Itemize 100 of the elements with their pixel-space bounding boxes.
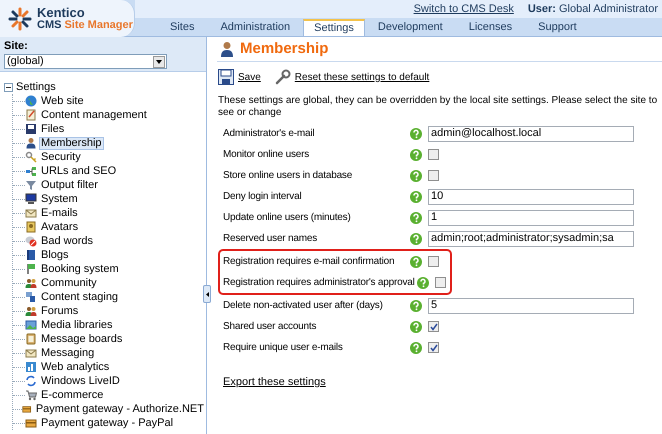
setting-label: Shared user accounts (223, 320, 318, 333)
funnel-icon (25, 179, 37, 191)
help-icon[interactable] (410, 190, 422, 202)
checkbox[interactable] (428, 321, 439, 332)
tab[interactable]: Support (525, 19, 590, 36)
setting-label: Update online users (minutes) (223, 211, 352, 224)
checkbox[interactable] (428, 256, 439, 267)
export-link[interactable]: Export these settings (223, 374, 326, 390)
tab[interactable]: Sites (157, 19, 208, 36)
image-icon (25, 319, 37, 331)
blocked-icon (25, 235, 37, 247)
arrows-icon (25, 375, 37, 387)
tab[interactable]: Development (364, 19, 456, 36)
tree-item[interactable]: E-commerce (39, 386, 106, 404)
user-label: User: (528, 2, 556, 17)
help-icon[interactable] (416, 276, 429, 288)
help-icon[interactable] (410, 128, 422, 140)
tree-item[interactable]: Blogs (39, 246, 71, 264)
text-field[interactable]: 5 (428, 298, 634, 314)
tree-item[interactable]: Security (39, 148, 83, 166)
tree-item[interactable]: Web analytics (39, 358, 112, 376)
tree-item[interactable]: Bad words (39, 232, 95, 250)
tab[interactable]: Administration (207, 19, 304, 36)
tree-item[interactable]: Messaging (39, 344, 96, 362)
globe-icon (25, 95, 37, 107)
text-field[interactable]: admin@localhost.local (428, 126, 634, 142)
setting-label: Reserved user names (223, 232, 318, 245)
tree-item[interactable]: Message boards (39, 330, 124, 348)
switch-desk-link[interactable]: Switch to CMS Desk (414, 0, 514, 18)
portrait-icon (25, 221, 37, 233)
flag-icon (25, 263, 37, 275)
tree-item[interactable]: Payment gateway - Authorize.NET (34, 400, 206, 418)
checkbox[interactable] (434, 277, 446, 288)
board-icon (25, 333, 37, 345)
tab[interactable]: Settings (303, 19, 365, 36)
tree-item[interactable]: System (39, 190, 80, 208)
description-text: These settings are global, they can be overridden by the local site settings. Please select the site to see or change (217, 95, 658, 119)
setting-label: Registration requires administrator's approval (223, 276, 416, 289)
tree-item[interactable]: Settings (16, 78, 56, 96)
envelope-icon (25, 347, 37, 359)
collapse-handle[interactable] (203, 285, 211, 303)
card-icon (25, 417, 37, 429)
tree-item[interactable]: URLs and SEO (39, 162, 118, 180)
logo-title: Kentico (37, 6, 86, 18)
logo-subtitle: Site Manager (64, 18, 133, 30)
tree-item[interactable]: Windows LiveID (39, 372, 122, 390)
cart-icon (25, 389, 37, 401)
key-icon (25, 151, 37, 163)
help-icon[interactable] (410, 300, 422, 312)
user-name: Global Administrator (558, 2, 658, 17)
person-icon (25, 137, 37, 149)
tree-item[interactable]: Content management (39, 106, 149, 124)
people-icon (25, 277, 37, 289)
tree-item[interactable]: E-mails (39, 204, 80, 222)
setting-label: Store online users in database (223, 169, 354, 182)
text-field[interactable]: admin;root;administrator;sysadmin;sa (428, 230, 634, 246)
setting-label: Delete non-activated user after (days) (223, 299, 384, 312)
tree-item[interactable]: Payment gateway - PayPal (39, 414, 176, 432)
checkbox[interactable] (428, 170, 439, 181)
document-icon (25, 109, 37, 121)
chart-icon (25, 361, 37, 373)
tree-item[interactable]: Booking system (39, 260, 121, 278)
person-icon (220, 41, 234, 57)
help-icon[interactable] (410, 342, 422, 354)
devices-icon (25, 291, 37, 303)
tree-item[interactable]: Membership (39, 136, 104, 150)
tree-item[interactable]: Community (39, 274, 99, 292)
monitor-icon (25, 193, 37, 205)
reset-link[interactable]: Reset these settings to default (294, 70, 430, 84)
help-icon[interactable] (410, 256, 422, 268)
tree-item[interactable]: Output filter (39, 176, 100, 194)
tab[interactable]: Licenses (456, 19, 526, 36)
help-icon[interactable] (410, 320, 422, 332)
text-field[interactable]: 1 (428, 210, 634, 226)
help-icon[interactable] (410, 212, 422, 224)
setting-label: Monitor online users (223, 148, 310, 161)
people-icon (25, 305, 37, 317)
floppy-icon (25, 123, 37, 135)
tree-item[interactable]: Avatars (39, 218, 80, 236)
wrench-icon (274, 69, 291, 85)
logo-icon (8, 6, 32, 30)
checkbox[interactable] (428, 342, 439, 353)
site-label: Site: (4, 40, 29, 52)
save-link[interactable]: Save (238, 70, 261, 84)
setting-label: Require unique user e-mails (223, 341, 344, 354)
site-dropdown[interactable]: (global) (4, 54, 167, 69)
help-icon[interactable] (410, 170, 422, 182)
collapse-icon[interactable] (4, 82, 13, 92)
tree-item[interactable]: Files (39, 120, 66, 138)
setting-label: Administrator's e-mail (223, 127, 316, 140)
page-title: Membership (240, 38, 328, 59)
help-icon[interactable] (410, 232, 422, 244)
text-field[interactable]: 10 (428, 188, 634, 204)
tree-item[interactable]: Content staging (39, 288, 120, 306)
checkbox[interactable] (428, 149, 439, 160)
help-icon[interactable] (410, 148, 422, 160)
tree-item[interactable]: Media libraries (39, 316, 115, 334)
setting-label: Registration requires e-mail confirmation (223, 255, 396, 268)
tree-item[interactable]: Forums (39, 302, 80, 320)
tree-item[interactable]: Web site (39, 92, 86, 110)
